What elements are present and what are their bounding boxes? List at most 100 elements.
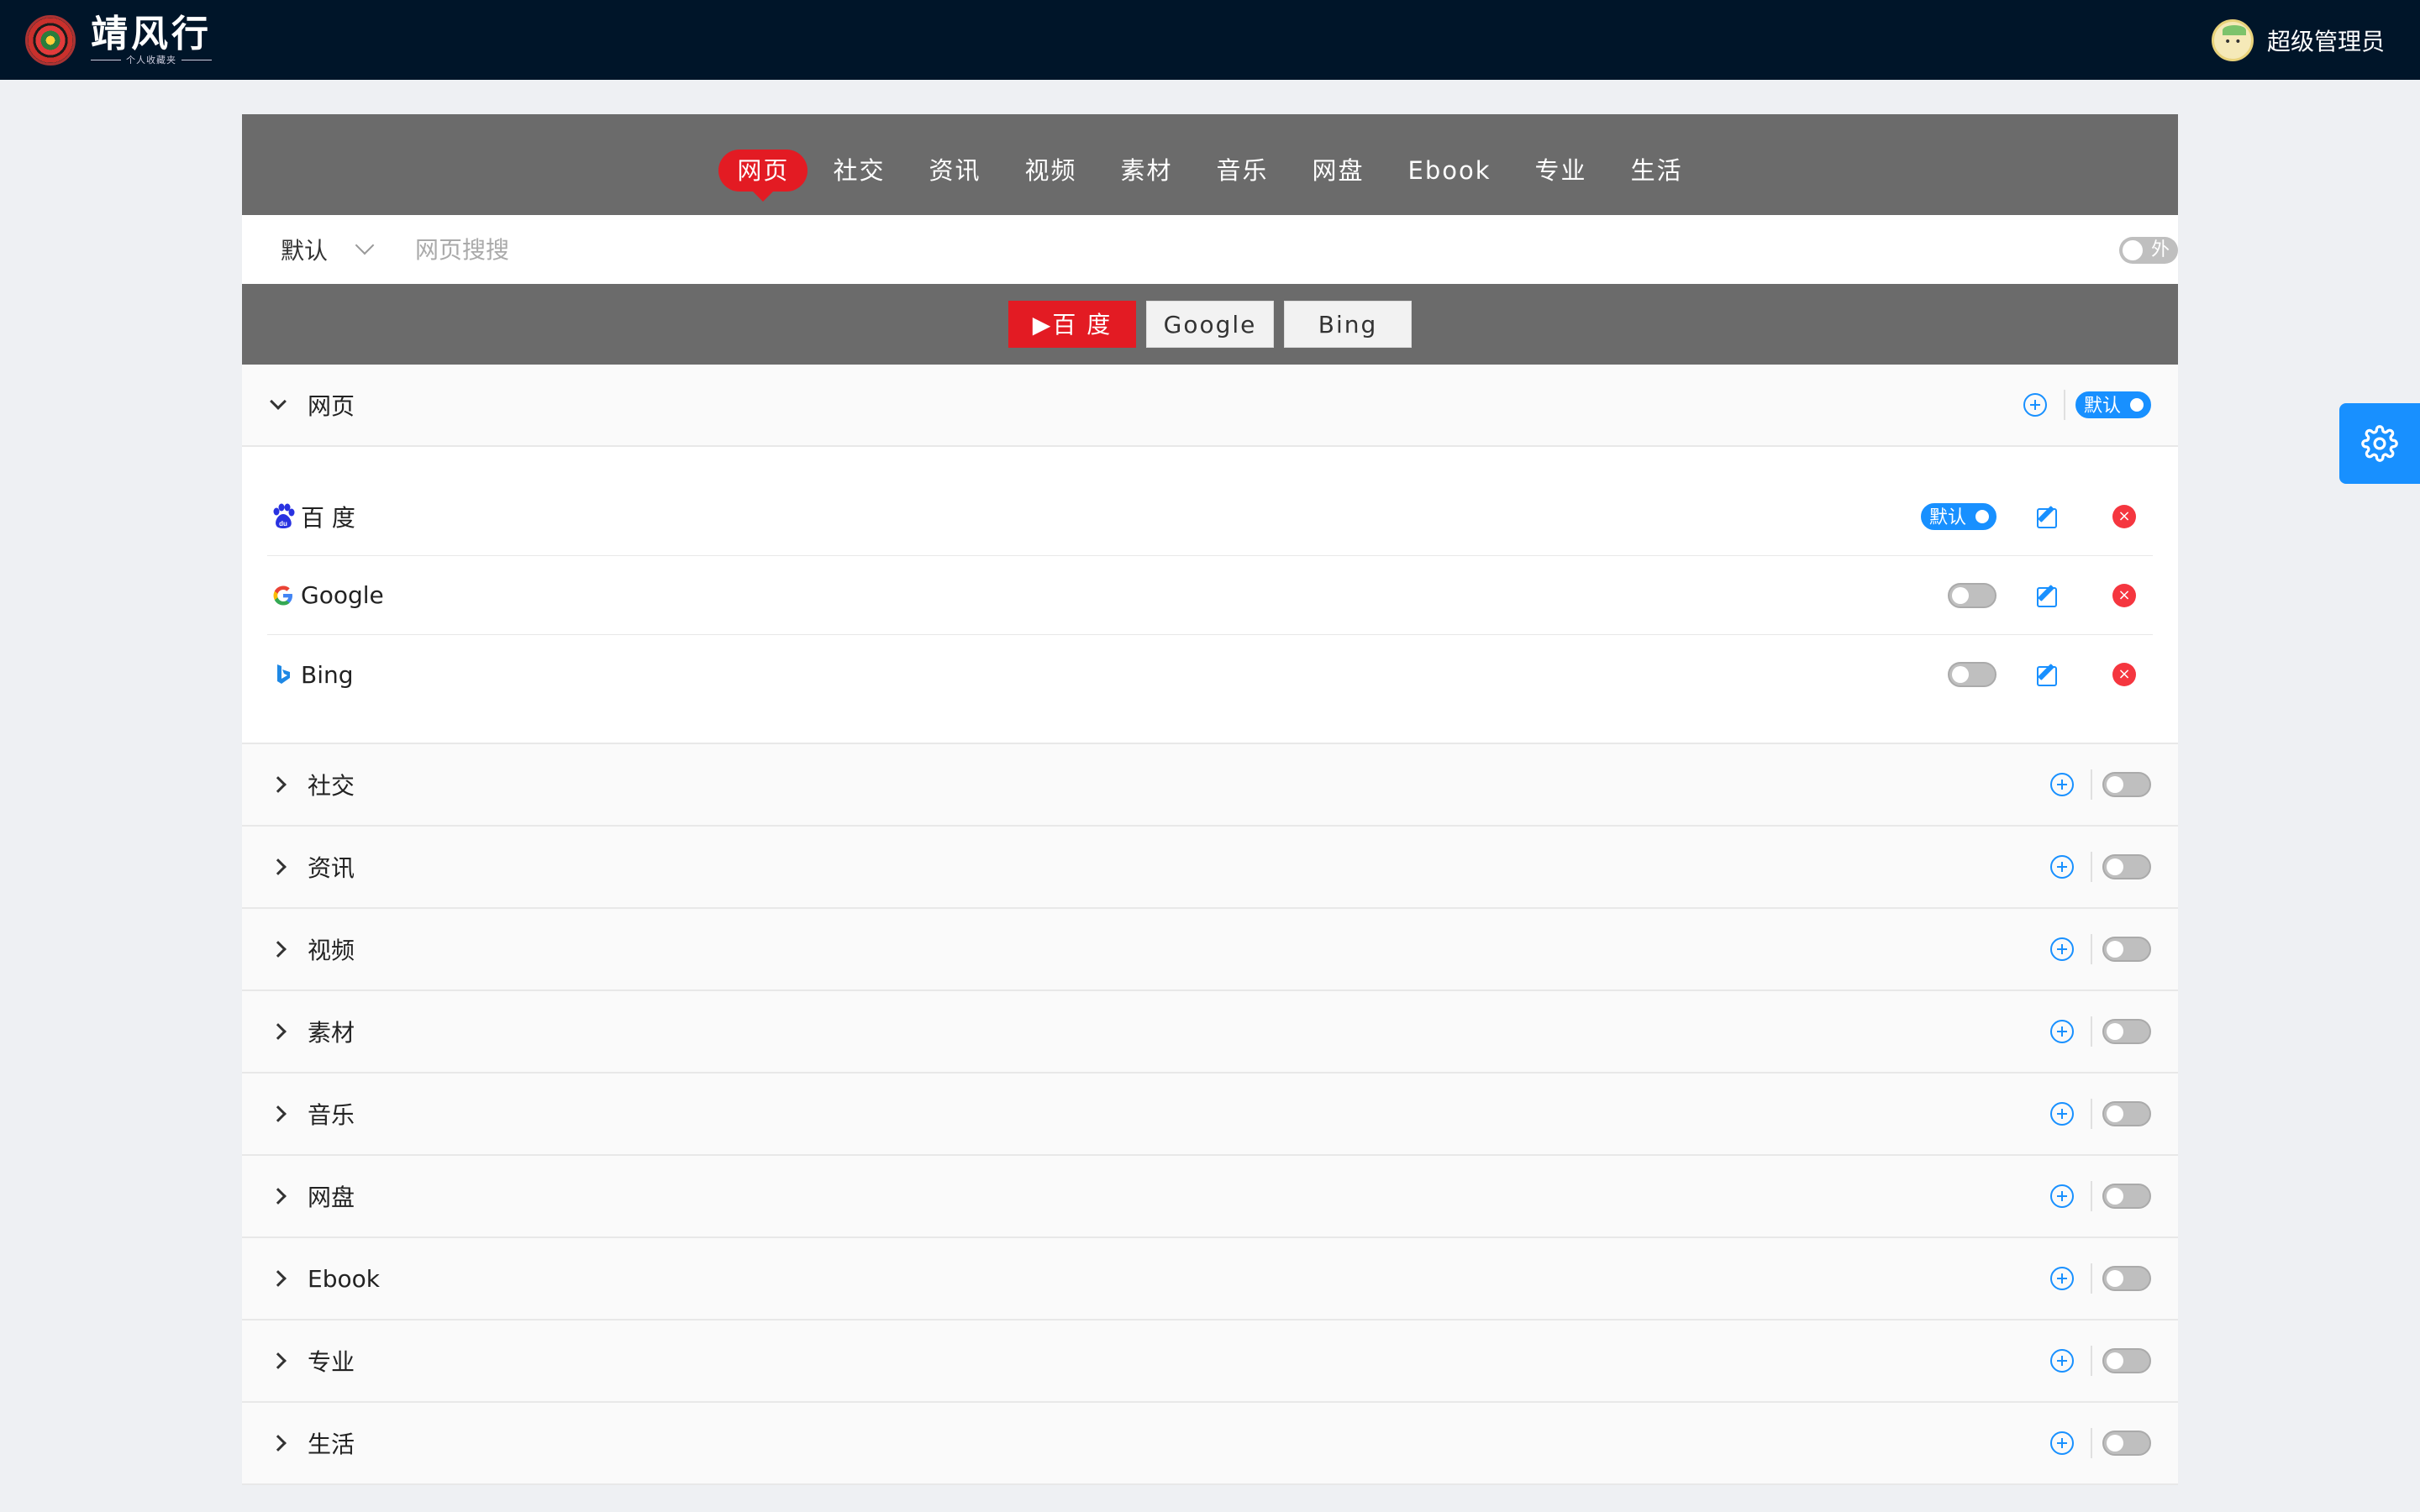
tab-professional[interactable]: 专业 xyxy=(1517,150,1606,192)
chevron-right-icon[interactable] xyxy=(270,941,287,958)
divider xyxy=(2091,852,2092,882)
tab-news[interactable]: 资讯 xyxy=(910,150,999,192)
chevron-down-icon[interactable] xyxy=(270,393,287,410)
tab-social[interactable]: 社交 xyxy=(814,150,903,192)
chevron-down-icon xyxy=(355,235,375,255)
search-input[interactable] xyxy=(415,235,1928,264)
brand-subtitle: 个人收藏夹 xyxy=(86,55,217,66)
delete-icon[interactable]: × xyxy=(2112,583,2136,607)
group-default-switch[interactable]: 默认 xyxy=(2075,391,2151,418)
delete-icon[interactable]: × xyxy=(2112,663,2136,686)
group-default-switch[interactable] xyxy=(2102,937,2151,962)
delete-icon[interactable]: × xyxy=(2112,504,2136,528)
baidu-paw-icon: du xyxy=(269,502,297,531)
avatar[interactable] xyxy=(2211,18,2254,61)
tab-material[interactable]: 素材 xyxy=(1102,150,1191,192)
chevron-right-icon[interactable] xyxy=(270,1023,287,1040)
divider xyxy=(2091,1016,2092,1047)
group-default-switch[interactable] xyxy=(2102,1019,2151,1044)
group-title: 素材 xyxy=(308,1019,355,1047)
user-menu[interactable]: 超级管理员 xyxy=(2211,18,2385,61)
group-header-news[interactable]: 资讯 xyxy=(242,827,2178,909)
chevron-right-icon[interactable] xyxy=(270,1188,287,1205)
group-header-netdisk[interactable]: 网盘 xyxy=(242,1156,2178,1238)
group-default-switch[interactable] xyxy=(2102,1184,2151,1209)
group-default-switch[interactable] xyxy=(2102,772,2151,797)
group-header-professional[interactable]: 专业 xyxy=(242,1320,2178,1403)
engine-button-bar: ▶百 度 Google Bing xyxy=(242,284,2178,365)
engine-name: 百 度 xyxy=(301,503,355,532)
group-title: 音乐 xyxy=(308,1101,355,1129)
group-title: 资讯 xyxy=(308,854,355,882)
add-icon[interactable] xyxy=(2050,1349,2074,1373)
gear-icon xyxy=(2361,425,2398,462)
add-icon[interactable] xyxy=(2050,773,2074,796)
chevron-right-icon[interactable] xyxy=(270,1105,287,1122)
divider xyxy=(2091,1428,2092,1458)
add-icon[interactable] xyxy=(2050,1431,2074,1455)
engine-button-google[interactable]: Google xyxy=(1146,301,1274,348)
add-icon[interactable] xyxy=(2050,937,2074,961)
group-header-music[interactable]: 音乐 xyxy=(242,1074,2178,1156)
category-tabbar: 网页 社交 资讯 视频 素材 音乐 网盘 Ebook 专业 生活 xyxy=(242,114,2178,215)
group-title: 网盘 xyxy=(308,1184,355,1211)
group-default-switch[interactable] xyxy=(2102,1266,2151,1291)
tab-ebook[interactable]: Ebook xyxy=(1390,150,1510,192)
engine-row-baidu: du 百 度 默认 × xyxy=(267,477,2153,556)
top-navbar: 靖风行 个人收藏夹 超级管理员 xyxy=(0,0,2420,80)
tab-netdisk[interactable]: 网盘 xyxy=(1294,150,1383,192)
group-default-switch[interactable] xyxy=(2102,1348,2151,1373)
tab-webpage[interactable]: 网页 xyxy=(718,150,808,202)
svg-text:du: du xyxy=(279,520,287,528)
default-switch[interactable] xyxy=(1948,662,1996,687)
add-icon[interactable] xyxy=(2050,1184,2074,1208)
settings-button[interactable] xyxy=(2339,403,2420,484)
group-title: 网页 xyxy=(308,392,355,420)
brand-logo-icon xyxy=(25,14,76,66)
group-default-switch[interactable] xyxy=(2102,854,2151,879)
open-external-toggle[interactable]: 外 xyxy=(2119,237,2178,264)
engine-button-bing[interactable]: Bing xyxy=(1284,301,1412,348)
group-header-social[interactable]: 社交 xyxy=(242,744,2178,827)
group-header-video[interactable]: 视频 xyxy=(242,909,2178,991)
chevron-right-icon[interactable] xyxy=(270,1270,287,1287)
group-title: 专业 xyxy=(308,1348,355,1376)
divider xyxy=(2091,1181,2092,1211)
chevron-right-icon[interactable] xyxy=(270,1435,287,1452)
divider xyxy=(2091,1099,2092,1129)
chevron-right-icon[interactable] xyxy=(270,858,287,875)
edit-icon[interactable] xyxy=(2035,584,2059,607)
group-header-material[interactable]: 素材 xyxy=(242,991,2178,1074)
engine-select[interactable]: 默认 xyxy=(281,233,415,266)
group-title: 生活 xyxy=(308,1431,355,1458)
engine-name: Bing xyxy=(301,660,354,689)
add-icon[interactable] xyxy=(2050,855,2074,879)
divider xyxy=(2091,1263,2092,1294)
add-icon[interactable] xyxy=(2050,1102,2074,1126)
chevron-right-icon[interactable] xyxy=(270,776,287,793)
google-icon xyxy=(269,581,297,610)
chevron-right-icon[interactable] xyxy=(270,1352,287,1369)
group-header-webpage[interactable]: 网页 默认 xyxy=(242,365,2178,447)
brand-name: 靖风行 xyxy=(91,12,212,55)
user-name: 超级管理员 xyxy=(2266,27,2385,55)
edit-icon[interactable] xyxy=(2035,505,2059,528)
default-switch[interactable] xyxy=(1948,582,1996,608)
edit-icon[interactable] xyxy=(2035,663,2059,686)
tab-video[interactable]: 视频 xyxy=(1006,150,1095,192)
group-default-switch[interactable] xyxy=(2102,1431,2151,1456)
group-default-switch[interactable] xyxy=(2102,1101,2151,1126)
group-body-webpage: du 百 度 默认 × Google × Bing × xyxy=(242,447,2178,744)
add-icon[interactable] xyxy=(2050,1267,2074,1290)
tab-music[interactable]: 音乐 xyxy=(1198,150,1287,192)
engine-name: Google xyxy=(301,581,384,609)
engine-button-baidu[interactable]: ▶百 度 xyxy=(1008,301,1136,348)
brand[interactable]: 靖风行 个人收藏夹 xyxy=(25,12,217,66)
add-icon[interactable] xyxy=(2023,393,2047,417)
default-switch[interactable]: 默认 xyxy=(1920,502,1996,530)
divider xyxy=(2091,769,2092,800)
group-header-ebook[interactable]: Ebook xyxy=(242,1238,2178,1320)
group-header-life[interactable]: 生活 xyxy=(242,1403,2178,1485)
add-icon[interactable] xyxy=(2050,1020,2074,1043)
tab-life[interactable]: 生活 xyxy=(1612,150,1702,192)
